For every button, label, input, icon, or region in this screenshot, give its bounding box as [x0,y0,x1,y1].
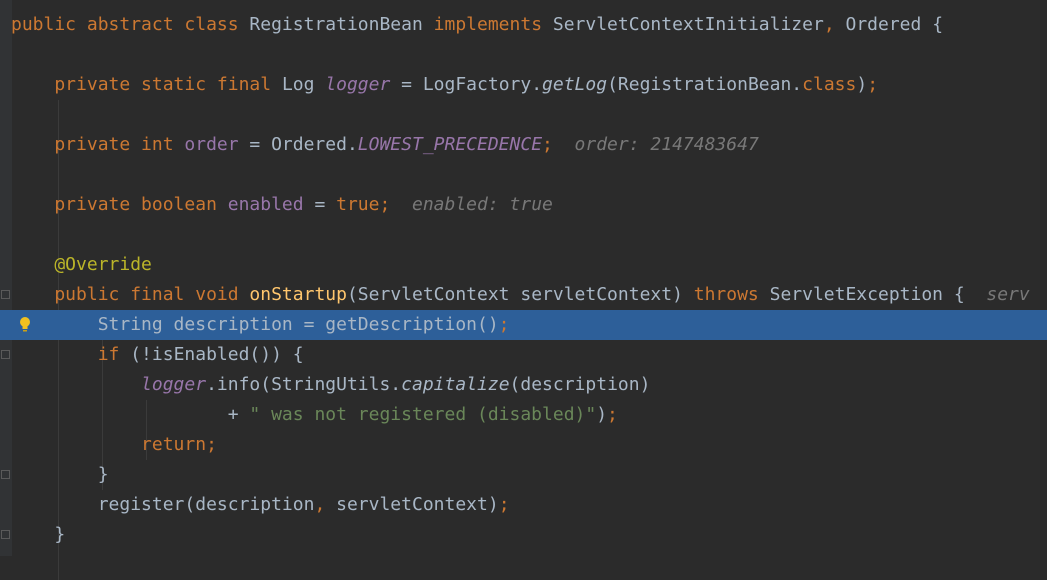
code-token: order [184,134,239,155]
code-line[interactable]: register(description, servletContext); [0,490,1047,520]
code-text: private static final Log logger = LogFac… [11,70,878,100]
code-token: ; [607,404,618,425]
code-token: logger [141,374,207,395]
code-line[interactable]: public final void onStartup(ServletConte… [0,280,1047,310]
code-line[interactable]: + " was not registered (disabled)"); [0,400,1047,430]
code-text: public abstract class RegistrationBean i… [11,10,943,40]
code-line[interactable]: } [0,520,1047,550]
code-line[interactable]: @Override [0,250,1047,280]
code-text: if (!isEnabled()) { [11,340,304,370]
code-token: = Ordered. [238,134,358,155]
code-token: (RegistrationBean. [607,74,803,95]
code-text: String description = getDescription(); [11,310,510,340]
code-token: ServletContextInitializer [552,14,824,35]
code-text: @Override [11,250,152,280]
code-token: ; [206,434,217,455]
code-token: ; [867,74,879,95]
code-token: (description) [509,374,651,395]
code-text: register(description, servletContext); [11,490,510,520]
code-text: } [11,520,65,550]
code-text: } [11,460,109,490]
code-token: ) [856,74,868,95]
inlay-hint: serv [964,284,1030,305]
code-token: .info(StringUtils. [206,374,402,395]
code-text: private boolean enabled = true; enabled:… [11,190,553,220]
fold-marker-icon[interactable] [1,290,10,299]
code-token: register(description [11,494,315,515]
code-line[interactable]: return; [0,430,1047,460]
code-token: = LogFactory. [390,74,543,95]
code-line[interactable] [0,40,1047,70]
code-line[interactable] [0,220,1047,250]
code-token: (ServletContext servletContext) [346,284,694,305]
code-line[interactable]: logger.info(StringUtils.capitalize(descr… [0,370,1047,400]
code-token: String description = getDescription() [11,314,499,335]
code-token: private static final [11,74,282,95]
code-token: ; [498,314,510,335]
code-token: Ordered { [845,14,944,35]
inlay-hint: enabled: true [390,194,553,215]
code-token: capitalize [401,374,510,395]
code-token: public abstract class [11,14,250,35]
code-text: return; [11,430,217,460]
code-line[interactable] [0,160,1047,190]
code-token: Log [281,74,326,95]
fold-marker-icon[interactable] [1,530,10,539]
code-token: implements [433,14,553,35]
fold-marker-icon[interactable] [1,350,10,359]
code-token: getLog [542,74,608,95]
code-token: } [11,464,109,485]
code-token: servletContext) [336,494,499,515]
code-line[interactable]: if (!isEnabled()) { [0,340,1047,370]
code-token: , [314,494,337,515]
code-token: onStartup [249,284,347,305]
code-token: } [11,524,66,545]
code-token: (!isEnabled()) { [130,344,304,365]
fold-marker-icon[interactable] [1,470,10,479]
inlay-hint: order: 2147483647 [552,134,759,155]
code-token: private boolean [11,194,228,215]
code-line[interactable]: private int order = Ordered.LOWEST_PRECE… [0,130,1047,160]
code-token: true [336,194,380,215]
code-token: + [11,404,250,425]
code-token: if [97,344,131,365]
code-token: enabled [227,194,304,215]
code-text: + " was not registered (disabled)"); [11,400,618,430]
code-text: logger.info(StringUtils.capitalize(descr… [11,370,650,400]
code-line[interactable]: } [0,460,1047,490]
code-token: , [823,14,846,35]
code-token: private int [11,134,185,155]
code-token: LOWEST_PRECEDENCE [357,134,543,155]
code-line[interactable]: public abstract class RegistrationBean i… [0,10,1047,40]
code-token: ; [542,134,553,155]
code-token: ; [379,194,391,215]
code-text: private int order = Ordered.LOWEST_PRECE… [11,130,759,160]
code-token: logger [325,74,391,95]
code-token: " was not registered (disabled)" [249,404,597,425]
code-editor[interactable]: public abstract class RegistrationBean i… [0,0,1047,580]
code-line[interactable] [0,100,1047,130]
code-line[interactable]: private boolean enabled = true; enabled:… [0,190,1047,220]
code-token: = [303,194,337,215]
lightbulb-icon[interactable] [18,316,32,334]
code-token: return [141,434,207,455]
code-token: ; [498,494,510,515]
code-token: RegistrationBean [249,14,434,35]
current-execution-line[interactable]: String description = getDescription(); [0,310,1047,340]
code-token: throws [693,284,770,305]
code-token: @Override [11,254,152,275]
code-token: ServletException { [769,284,965,305]
code-text: public final void onStartup(ServletConte… [11,280,1030,310]
code-token: public final void [11,284,250,305]
code-token: class [802,74,857,95]
code-token: ) [596,404,608,425]
code-line[interactable]: private static final Log logger = LogFac… [0,70,1047,100]
